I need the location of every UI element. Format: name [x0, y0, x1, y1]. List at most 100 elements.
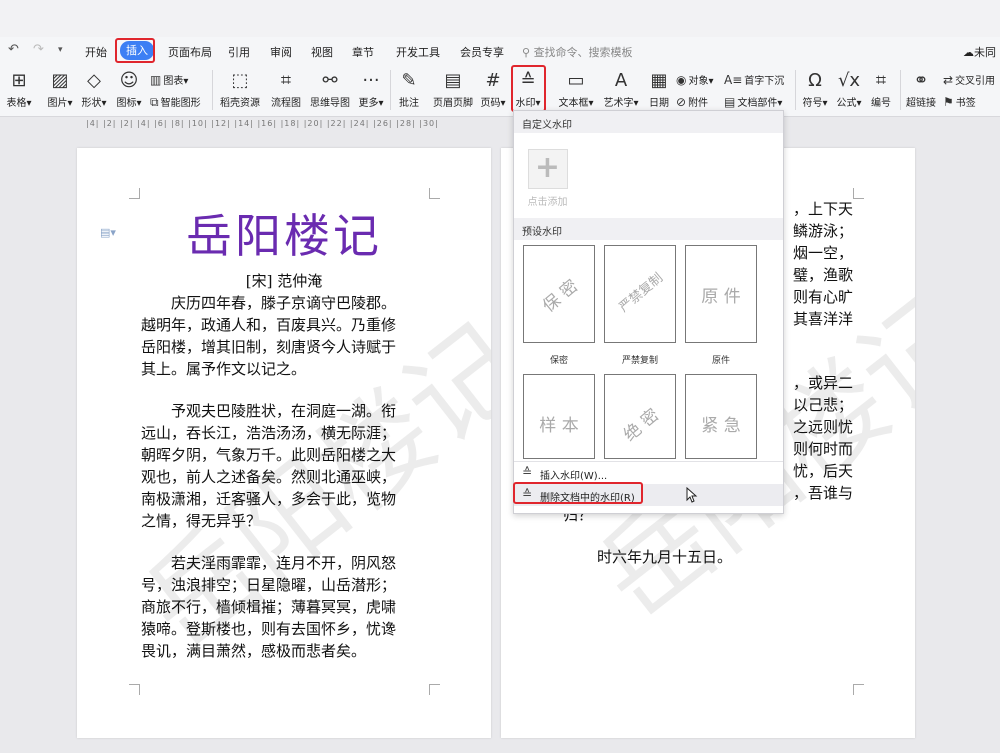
command-search[interactable]: ⚲ 查找命令、搜索模板: [522, 44, 633, 60]
text-line: 烟一空，: [792, 244, 853, 262]
preset-text: 原 件: [701, 287, 741, 307]
preset-watermark-no-copy[interactable]: 严禁复制: [604, 245, 676, 343]
preset-watermark-top-secret[interactable]: 绝 密: [604, 374, 676, 459]
formula-button[interactable]: √x 公式▾: [834, 70, 864, 109]
preset-watermark-urgent[interactable]: 紧 急: [685, 374, 757, 459]
object-button[interactable]: ◉ 对象▾: [676, 72, 714, 87]
shell-resource-button[interactable]: ⬚ 稻壳资源: [218, 70, 262, 109]
picture-button[interactable]: ▨ 图片▾: [45, 70, 75, 109]
comment-label: 批注: [399, 98, 419, 109]
attachment-button[interactable]: ⊘ 附件: [676, 94, 708, 109]
omega-icon: Ω: [808, 70, 822, 91]
sync-status[interactable]: ☁未同: [963, 44, 996, 60]
tab-references[interactable]: 引用: [228, 44, 250, 60]
symbol-button[interactable]: Ω 符号▾: [800, 70, 830, 109]
preset-text: 样 本: [539, 416, 579, 436]
text-line: 予观夫巴陵胜状，在洞庭一湖。衔: [141, 402, 397, 420]
preset-watermark-confidential[interactable]: 保 密: [523, 245, 595, 343]
flowchart-icon: ⌗: [280, 70, 292, 91]
date-button[interactable]: ▦ 日期: [645, 70, 673, 109]
textbox-button[interactable]: ▭ 文本框▾: [556, 70, 596, 109]
drop-cap-button[interactable]: A≡ 首字下沉: [724, 72, 784, 87]
drop-cap-icon: A≡: [724, 73, 743, 87]
plus-icon: +: [527, 149, 568, 189]
tab-chapter[interactable]: 章节: [352, 44, 374, 60]
divider: [900, 70, 901, 110]
insert-tab-highlight: [115, 38, 155, 63]
margin-mark: [129, 684, 140, 695]
mindmap-label: 思维导图: [310, 98, 350, 109]
more-button[interactable]: ··· 更多▾: [355, 70, 387, 109]
text-line: 号，浊浪排空；日星隐曜，山岳潜形；: [141, 576, 397, 594]
mouse-cursor-icon: [686, 487, 698, 503]
preset-text: 保 密: [539, 276, 583, 317]
text-line: 忧，后天: [792, 462, 853, 480]
undo-icon[interactable]: ↶: [8, 42, 19, 57]
page-number-button[interactable]: # 页码▾: [478, 70, 508, 109]
custom-watermark-title: 自定义水印: [522, 120, 572, 131]
shape-label: 形状: [81, 98, 102, 109]
preset-label: 保密: [549, 356, 568, 366]
text-line: ，或异二: [792, 374, 853, 392]
mindmap-button[interactable]: ⚯ 思维导图: [308, 70, 352, 109]
document-nav-icon[interactable]: ▤▾: [100, 226, 116, 239]
tab-member[interactable]: 会员专享: [460, 44, 504, 60]
picture-icon: ▨: [51, 70, 69, 91]
divider: [390, 70, 391, 110]
cross-ref-button[interactable]: ⇄ 交叉引用: [943, 72, 995, 87]
doc-parts-icon: ▤: [724, 95, 736, 109]
icon-button[interactable]: ☺ 图标▾: [114, 70, 144, 109]
text-line: 则何时而: [792, 440, 853, 458]
preset-watermark-original[interactable]: 原 件: [685, 245, 757, 343]
text-line: 以己悲；: [792, 396, 853, 414]
insert-watermark-item[interactable]: ≙ 插入水印(W)...: [514, 461, 783, 484]
chart-button[interactable]: ▥ 图表▾: [150, 72, 188, 87]
chart-icon: ▥: [150, 73, 162, 87]
horizontal-ruler[interactable]: |4| |2| |2| |4| |6| |8| |10| |12| |14| |…: [86, 119, 486, 131]
text-line: 鳞游泳；: [792, 222, 853, 240]
document-page-left[interactable]: 岳阳楼记 岳阳楼记 [宋] 范仲淹 庆历四年春，滕子京谪守巴陵郡。 越明年，政通…: [77, 148, 491, 738]
hyperlink-label: 超链接: [906, 98, 936, 109]
smart-shape-button[interactable]: ⧉ 智能图形: [150, 94, 201, 110]
bookmark-icon: ⚑: [943, 95, 954, 109]
tab-page-layout[interactable]: 页面布局: [168, 44, 212, 60]
shape-button[interactable]: ◇ 形状▾: [79, 70, 109, 109]
preset-text: 紧 急: [701, 416, 741, 436]
redo-icon[interactable]: ↷: [33, 42, 44, 57]
bookmark-button[interactable]: ⚑ 书签: [943, 94, 976, 109]
table-button[interactable]: ⊞ 表格▾: [4, 70, 34, 109]
smart-shape-icon: ⧉: [150, 95, 159, 109]
chart-label: 图表: [163, 76, 184, 87]
preset-text: 严禁复制: [616, 270, 667, 316]
numbering-button[interactable]: ⌗ 编号: [866, 70, 896, 109]
comment-icon: ✎: [401, 70, 417, 91]
icon-library-icon: ☺: [119, 70, 139, 91]
formula-label: 公式: [836, 98, 857, 109]
margin-mark: [853, 188, 864, 199]
tab-developer[interactable]: 开发工具: [396, 44, 440, 60]
paragraph-visible-right: ，或异二 以己悲； 之远则忧 则何时而 忧，后天 ，吾谁与: [793, 372, 853, 504]
delete-watermark-highlight: [513, 482, 643, 504]
flowchart-button[interactable]: ⌗ 流程图: [268, 70, 304, 109]
add-custom-watermark[interactable]: + 点击添加: [525, 149, 570, 208]
preset-label: 严禁复制: [621, 356, 658, 366]
text-line: 远山，吞长江，浩浩汤汤，横无际涯；: [141, 424, 397, 442]
margin-mark: [853, 684, 864, 695]
comment-button[interactable]: ✎ 批注: [394, 70, 424, 109]
text-line: 越明年，政通人和，百废具兴。乃重修: [141, 316, 397, 334]
cross-ref-icon: ⇄: [943, 73, 954, 87]
drop-cap-label: 首字下沉: [744, 76, 785, 87]
tab-view[interactable]: 视图: [311, 44, 333, 60]
doc-parts-button[interactable]: ▤ 文档部件▾: [724, 94, 782, 109]
preset-label: 原件: [711, 356, 730, 366]
preset-watermark-sample[interactable]: 样 本: [523, 374, 595, 459]
hyperlink-button[interactable]: ⚭ 超链接: [903, 70, 939, 109]
quick-access-dropdown-icon[interactable]: ▾: [58, 45, 63, 55]
tab-review[interactable]: 审阅: [270, 44, 292, 60]
text-line: 猿啼。登斯楼也，则有去国怀乡，忧谗: [141, 620, 397, 638]
cloud-icon: ☁: [963, 46, 974, 59]
ribbon-toolbar: ⊞ 表格▾ ▨ 图片▾ ◇ 形状▾ ☺ 图标▾ ▥ 图表▾ ⧉ 智能图形 ⬚ 稻壳资源 ⌗ 流程…: [0, 64, 1000, 117]
tab-start[interactable]: 开始: [85, 44, 107, 60]
header-footer-button[interactable]: ▤ 页眉页脚: [430, 70, 476, 109]
wordart-button[interactable]: A 艺术字▾: [602, 70, 640, 109]
